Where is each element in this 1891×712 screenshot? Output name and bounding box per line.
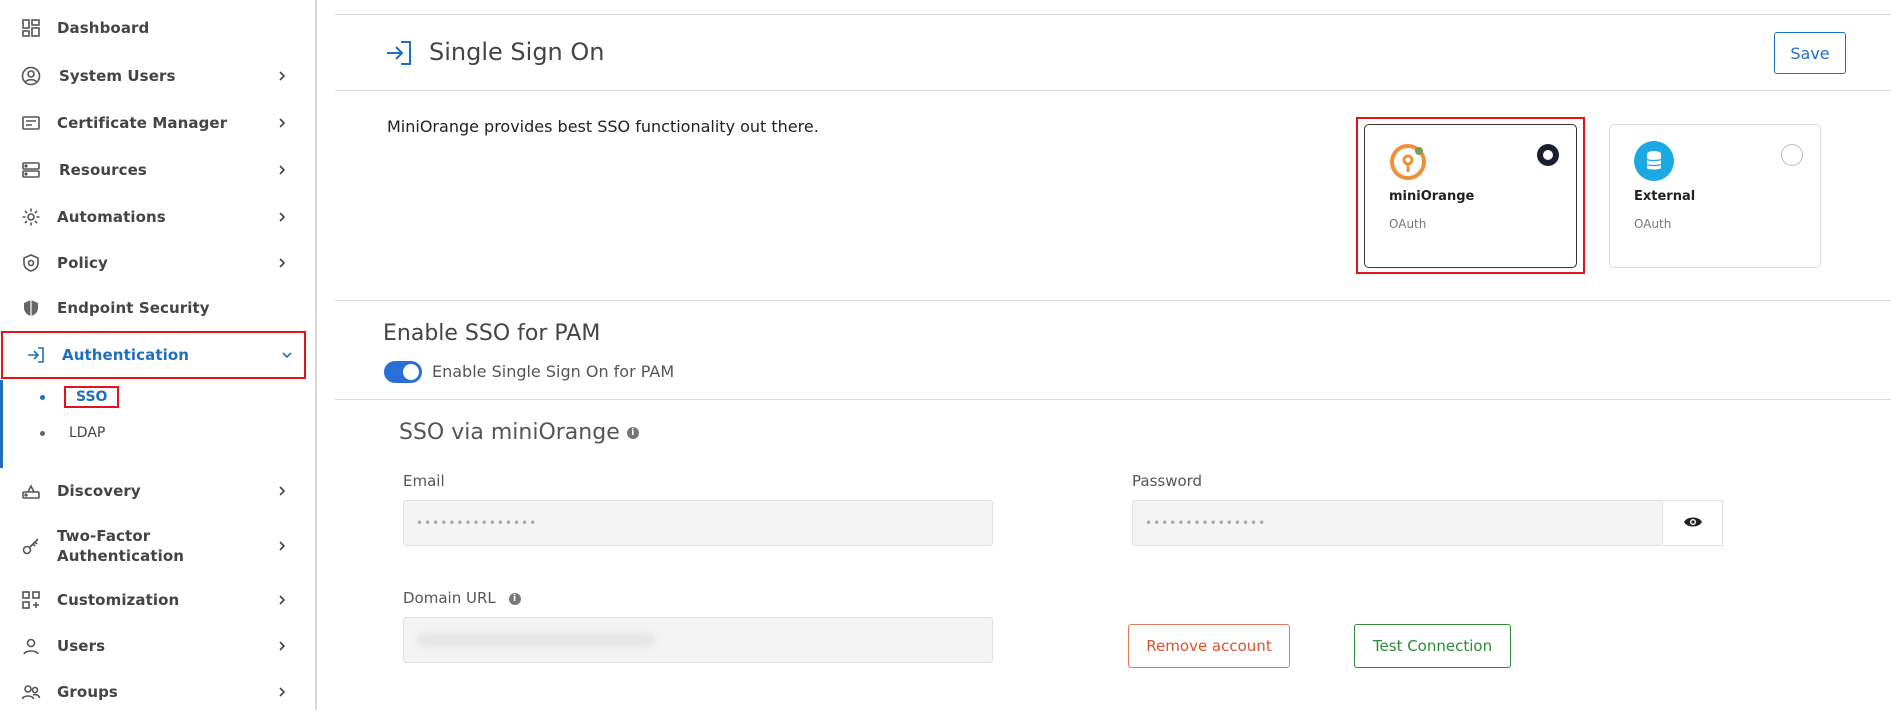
enable-sso-toggle[interactable] bbox=[384, 361, 422, 383]
sso-section-title-text: SSO via miniOrange bbox=[399, 420, 620, 445]
main-content: Single Sign On Save MiniOrange provides … bbox=[335, 0, 1891, 710]
provider-type: OAuth bbox=[1634, 217, 1672, 231]
divider bbox=[335, 300, 1891, 301]
page-title: Single Sign On bbox=[429, 38, 605, 66]
test-connection-button[interactable]: Test Connection bbox=[1354, 624, 1511, 668]
sidebar-item-system-users[interactable]: System Users bbox=[0, 56, 305, 96]
sidebar-item-label: Automations bbox=[57, 208, 166, 226]
sidebar-item-discovery[interactable]: Discovery bbox=[0, 471, 305, 511]
sidebar: Dashboard System Users Certificate Manag… bbox=[0, 0, 317, 710]
chevron-right-icon bbox=[274, 538, 290, 554]
shield-icon bbox=[20, 297, 42, 319]
sidebar-item-label: Certificate Manager bbox=[57, 114, 228, 132]
router-icon bbox=[20, 480, 42, 502]
email-field[interactable]: ••••••••••••••• bbox=[403, 500, 993, 546]
enable-sso-title: Enable SSO for PAM bbox=[383, 321, 601, 346]
sidebar-item-label: Authentication bbox=[62, 346, 190, 364]
sidebar-subitem-sso[interactable]: SSO bbox=[40, 385, 120, 409]
provider-card-miniorange[interactable]: miniOrange OAuth bbox=[1364, 124, 1577, 268]
info-icon[interactable]: i bbox=[626, 427, 639, 439]
sidebar-item-groups[interactable]: Groups bbox=[0, 672, 305, 712]
gear-icon bbox=[20, 206, 42, 228]
chevron-right-icon bbox=[274, 638, 290, 654]
sidebar-item-customization[interactable]: Customization bbox=[0, 580, 305, 620]
chevron-right-icon bbox=[274, 483, 290, 499]
bullet-icon bbox=[40, 394, 45, 400]
submenu-indicator bbox=[0, 380, 3, 468]
users-icon bbox=[20, 681, 42, 703]
server-icon bbox=[20, 159, 42, 181]
description-text: MiniOrange provides best SSO functionali… bbox=[387, 117, 819, 136]
chevron-right-icon bbox=[274, 115, 290, 131]
sidebar-item-certificate-manager[interactable]: Certificate Manager bbox=[0, 103, 305, 143]
provider-type: OAuth bbox=[1389, 217, 1427, 231]
provider-name: miniOrange bbox=[1389, 189, 1475, 204]
sidebar-item-label: Users bbox=[57, 637, 106, 655]
info-icon[interactable]: i bbox=[508, 592, 521, 605]
sidebar-item-automations[interactable]: Automations bbox=[0, 197, 305, 237]
remove-account-button[interactable]: Remove account bbox=[1128, 624, 1290, 668]
shield-check-icon bbox=[20, 252, 42, 274]
certificate-icon bbox=[20, 112, 42, 134]
login-icon bbox=[385, 40, 413, 70]
divider bbox=[335, 399, 1891, 400]
sidebar-item-endpoint-security[interactable]: Endpoint Security bbox=[0, 288, 305, 328]
sidebar-item-policy[interactable]: Policy bbox=[0, 243, 305, 283]
show-password-button[interactable] bbox=[1663, 500, 1723, 546]
sidebar-item-label-line2: Authentication bbox=[57, 547, 185, 565]
key-icon bbox=[20, 535, 42, 557]
grid-plus-icon bbox=[20, 589, 42, 611]
dashboard-icon bbox=[20, 17, 42, 39]
miniorange-logo-icon bbox=[1389, 141, 1429, 181]
sidebar-item-label: Groups bbox=[57, 683, 118, 701]
email-label: Email bbox=[403, 472, 445, 490]
sidebar-item-label: System Users bbox=[59, 67, 176, 85]
divider bbox=[335, 14, 1891, 15]
enable-sso-toggle-label: Enable Single Sign On for PAM bbox=[432, 362, 675, 381]
user-icon bbox=[20, 635, 42, 657]
sidebar-item-label: Customization bbox=[57, 591, 180, 609]
radio-unselected[interactable] bbox=[1781, 144, 1803, 166]
chevron-right-icon bbox=[274, 162, 290, 178]
chevron-right-icon bbox=[274, 68, 290, 84]
domain-url-field[interactable] bbox=[403, 617, 993, 663]
password-field[interactable]: ••••••••••••••• bbox=[1132, 500, 1663, 546]
sidebar-item-authentication[interactable]: Authentication bbox=[1, 331, 306, 379]
sidebar-item-two-factor-authentication[interactable]: Two-Factor Authentication bbox=[0, 524, 305, 568]
chevron-down-icon bbox=[279, 347, 295, 363]
sidebar-subitem-label: LDAP bbox=[69, 425, 106, 441]
sidebar-item-label: Resources bbox=[59, 161, 147, 179]
chevron-right-icon bbox=[274, 592, 290, 608]
sidebar-item-resources[interactable]: Resources bbox=[0, 150, 305, 190]
chevron-right-icon bbox=[274, 684, 290, 700]
database-icon bbox=[1634, 141, 1674, 181]
sidebar-item-users[interactable]: Users bbox=[0, 626, 305, 666]
domain-url-label: Domain URL i bbox=[403, 589, 521, 607]
toggle-knob bbox=[403, 364, 419, 380]
chevron-right-icon bbox=[274, 255, 290, 271]
sidebar-item-label: Two-Factor bbox=[57, 527, 151, 545]
divider bbox=[335, 90, 1891, 91]
chevron-right-icon bbox=[274, 209, 290, 225]
user-circle-icon bbox=[20, 65, 42, 87]
blurred-value bbox=[416, 633, 656, 647]
sidebar-item-label: Endpoint Security bbox=[57, 299, 210, 317]
provider-card-external[interactable]: External OAuth bbox=[1609, 124, 1821, 268]
sso-section-title: SSO via miniOrange i bbox=[399, 420, 639, 445]
radio-selected[interactable] bbox=[1537, 144, 1559, 166]
password-label: Password bbox=[1132, 472, 1203, 490]
sidebar-item-label: Policy bbox=[57, 254, 108, 272]
sidebar-item-label: Dashboard bbox=[57, 19, 150, 37]
eye-icon bbox=[1683, 514, 1703, 533]
domain-url-label-text: Domain URL bbox=[403, 589, 496, 607]
sidebar-subitem-label: SSO bbox=[64, 386, 120, 408]
sidebar-item-dashboard[interactable]: Dashboard bbox=[0, 8, 305, 48]
sidebar-subitem-ldap[interactable]: LDAP bbox=[40, 421, 105, 445]
login-icon bbox=[25, 344, 47, 366]
sidebar-item-label: Discovery bbox=[57, 482, 141, 500]
save-button[interactable]: Save bbox=[1774, 32, 1846, 74]
provider-name: External bbox=[1634, 189, 1696, 204]
bullet-icon bbox=[40, 430, 45, 436]
